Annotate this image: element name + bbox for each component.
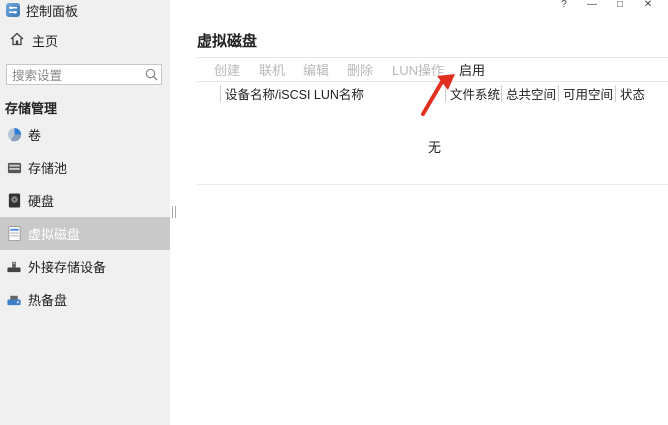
sidebar-item-label: 卷 [28,128,42,143]
search-placeholder: 搜索设置 [12,69,63,83]
app-title-label: 控制面板 [26,3,79,19]
sidebar-item-volume[interactable]: 卷 [0,118,170,151]
home-icon [10,32,24,49]
sidebar-item-external-storage[interactable]: 外接存储设备 [0,250,170,283]
app-title: 控制面板 [6,1,78,19]
delete-button[interactable]: 删除 [347,60,373,79]
hard-disk-icon [6,193,22,209]
sidebar-item-hard-disk[interactable]: 硬盘 [0,184,170,217]
sidebar-item-virtual-disk[interactable]: 虚拟磁盘 [0,217,170,250]
column-status[interactable]: 状态 [615,85,645,102]
edit-button[interactable]: 编辑 [303,60,329,79]
maximize-button[interactable]: □ [606,0,634,12]
sidebar: 控制面板 主页 搜索设置 存储管理 卷 存储池 硬盘 虚拟磁盘 外接存储设备 热… [0,0,170,425]
sidebar-item-hot-spare[interactable]: 热备盘 [0,283,170,316]
sidebar-item-label: 热备盘 [28,293,68,308]
column-total-space[interactable]: 总共空间 [501,85,556,102]
sidebar-item-storage-pool[interactable]: 存储池 [0,151,170,184]
storage-pool-icon [6,160,22,176]
empty-list-text: 无 [428,140,442,155]
section-title: 存储管理 [5,101,58,116]
page-title: 虚拟磁盘 [197,33,258,50]
virtual-disk-icon [6,226,22,242]
window-controls: ? — □ ✕ [550,0,662,12]
external-storage-icon [6,259,22,275]
close-button[interactable]: ✕ [634,0,662,12]
sidebar-item-label: 硬盘 [28,194,55,209]
sidebar-item-label: 存储池 [28,161,68,176]
pie-icon [6,127,22,143]
sidebar-splitter[interactable] [172,206,176,218]
annotation-arrow [421,74,455,116]
sidebar-item-label: 外接存储设备 [28,260,107,275]
create-button[interactable]: 创建 [214,60,240,79]
column-device-name[interactable]: 设备名称/iSCSI LUN名称 [220,85,364,102]
search-input[interactable]: 搜索设置 [6,64,162,85]
hot-spare-icon [6,292,22,308]
search-icon[interactable] [141,65,161,85]
minimize-button[interactable]: — [578,0,606,12]
home-label: 主页 [32,33,59,49]
home-link[interactable]: 主页 [10,30,58,50]
sidebar-item-label: 虚拟磁盘 [28,227,81,242]
control-panel-icon [6,3,20,17]
column-available-space[interactable]: 可用空间 [558,85,613,102]
connect-button[interactable]: 联机 [259,60,285,79]
table-bottom-divider [197,184,668,185]
help-button[interactable]: ? [550,0,578,12]
